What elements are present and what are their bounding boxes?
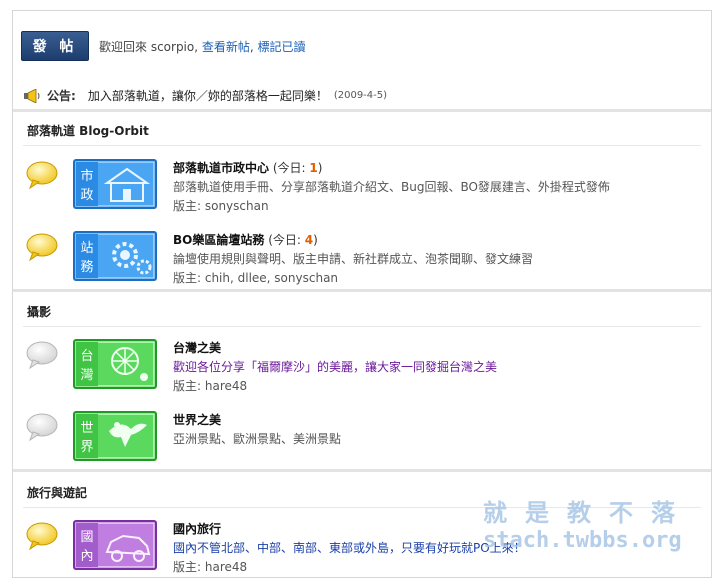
post-button[interactable]: 發 帖	[21, 31, 89, 61]
mark-read-link[interactable]: 標記已讀	[258, 40, 306, 54]
forum-moderators: 版主: hare48	[173, 379, 248, 393]
site-affairs-forum-icon[interactable]: 站 務	[73, 231, 157, 281]
forum-name-link[interactable]: 世界之美	[173, 413, 221, 427]
row-divider	[23, 507, 701, 508]
today-label: (今日:	[268, 233, 305, 247]
forum-moderators: 版主: chih, dllee, sonyschan	[173, 271, 339, 285]
announcement-bar: 公告: 加入部落軌道，讓你／妳的部落格一起同樂！ (2009-4-5)	[23, 87, 387, 104]
forum-index: 發 帖 歡迎回來 scorpio, 查看新帖, 標記已讀 公告: 加入部落軌道，…	[12, 10, 712, 578]
today-close: )	[317, 161, 323, 175]
welcome-text: 歡迎回來 scorpio, 查看新帖, 標記已讀	[99, 38, 306, 55]
today-count: (今日: 1)	[273, 161, 323, 175]
speech-bubble-icon	[26, 413, 58, 441]
forum-moderators: 版主: sonyschan	[173, 199, 269, 213]
forum-description: 亞洲景點、歐洲景點、美洲景點	[173, 432, 342, 446]
section-divider	[13, 109, 711, 112]
forum-row-site-affairs: 站 務 BO樂區論壇站務 (今日: 4) 論壇使用規則與聲明、版主申請、新社群成…	[23, 221, 701, 289]
speech-bubble-icon	[26, 233, 58, 261]
forum-description: 論壇使用規則與聲明、版主申請、新社群成立、泡茶聞聊、發文練習	[173, 252, 534, 266]
forum-name-link[interactable]: BO樂區論壇站務	[173, 233, 264, 247]
forum-icon-char: 市	[80, 168, 93, 184]
forum-name-link[interactable]: 台灣之美	[173, 341, 221, 355]
world-forum-icon[interactable]: 世 界	[73, 411, 157, 461]
forum-description: 歡迎各位分享「福爾摩沙」的美麗，讓大家一同發掘台灣之美	[173, 360, 498, 374]
announcement-link[interactable]: 加入部落軌道，讓你／妳的部落格一起同樂！	[88, 87, 328, 104]
megaphone-icon	[24, 88, 40, 103]
today-label: (今日:	[272, 161, 310, 175]
top-bar: 發 帖 歡迎回來 scorpio, 查看新帖, 標記已讀	[21, 31, 306, 61]
section-divider	[13, 469, 711, 472]
forum-name-link[interactable]: 部落軌道市政中心	[173, 161, 269, 175]
forum-info: 部落軌道市政中心 (今日: 1) 部落軌道使用手冊、分享部落軌道介紹文、Bug回…	[173, 159, 610, 216]
forum-name-link[interactable]: 國內旅行	[173, 522, 221, 536]
forum-info: 國內旅行 國內不管北部、中部、南部、東部或外島，只要有好玩就PO上來！ 版主: …	[173, 520, 526, 577]
forum-description: 國內不管北部、中部、南部、東部或外島，只要有好玩就PO上來！	[173, 541, 526, 555]
domestic-travel-forum-icon[interactable]: 國 內	[73, 520, 157, 570]
row-divider	[23, 326, 701, 327]
announcement-label: 公告:	[47, 89, 76, 103]
forum-icon-char: 內	[80, 549, 93, 564]
forum-icon-char: 政	[80, 188, 93, 203]
row-divider	[23, 145, 701, 146]
forum-row-city-hall: 市 政 部落軌道市政中心 (今日: 1) 部落軌道使用手冊、分享部落軌道介紹文、…	[23, 149, 701, 217]
speech-bubble-icon	[26, 341, 58, 369]
speech-bubble-icon	[26, 522, 58, 550]
forum-info: 世界之美 亞洲景點、歐洲景點、美洲景點	[173, 411, 341, 449]
section-divider	[13, 289, 711, 292]
forum-icon-char: 站	[80, 241, 93, 256]
today-number: 4	[304, 233, 314, 247]
taiwan-forum-icon[interactable]: 台 灣	[73, 339, 157, 389]
view-new-posts-link[interactable]: 查看新帖	[202, 40, 250, 54]
announcement-date: (2009-4-5)	[333, 90, 388, 101]
forum-icon-char: 台	[80, 349, 93, 364]
forum-row-world-beauty: 世 界 世界之美 亞洲景點、歐洲景點、美洲景點	[23, 401, 701, 469]
today-number: 1	[309, 161, 318, 175]
welcome-prefix: 歡迎回來 scorpio,	[99, 39, 202, 54]
forum-description: 部落軌道使用手冊、分享部落軌道介紹文、Bug回報、BO發展建言、外掛程式發佈	[173, 180, 610, 194]
category-title-photography[interactable]: 攝影	[27, 303, 51, 320]
category-title-travel[interactable]: 旅行與遊記	[27, 484, 87, 501]
forum-icon-char: 灣	[80, 368, 93, 383]
forum-row-domestic-travel: 國 內 國內旅行 國內不管北部、中部、南部、東部或外島，只要有好玩就PO上來！ …	[23, 510, 701, 577]
forum-info: 台灣之美 歡迎各位分享「福爾摩沙」的美麗，讓大家一同發掘台灣之美 版主: har…	[173, 339, 497, 396]
forum-icon-char: 世	[80, 421, 93, 436]
speech-bubble-icon	[26, 161, 58, 189]
forum-info: BO樂區論壇站務 (今日: 4) 論壇使用規則與聲明、版主申請、新社群成立、泡茶…	[173, 231, 533, 288]
forum-icon-char: 務	[80, 260, 93, 275]
forum-icon-char: 國	[80, 530, 93, 545]
today-count: (今日: 4)	[268, 233, 318, 247]
city-hall-forum-icon[interactable]: 市 政	[73, 159, 157, 209]
today-close: )	[313, 233, 318, 247]
category-title-blog-orbit[interactable]: 部落軌道 Blog-Orbit	[27, 122, 149, 139]
forum-row-taiwan-beauty: 台 灣 台灣之美 歡迎各位分享「福爾摩沙」的美麗，讓大家一同發掘台灣之美 版主:…	[23, 329, 701, 397]
welcome-separator: ,	[249, 39, 258, 54]
forum-icon-char: 界	[80, 440, 93, 455]
forum-moderators: 版主: hare48	[173, 560, 248, 574]
